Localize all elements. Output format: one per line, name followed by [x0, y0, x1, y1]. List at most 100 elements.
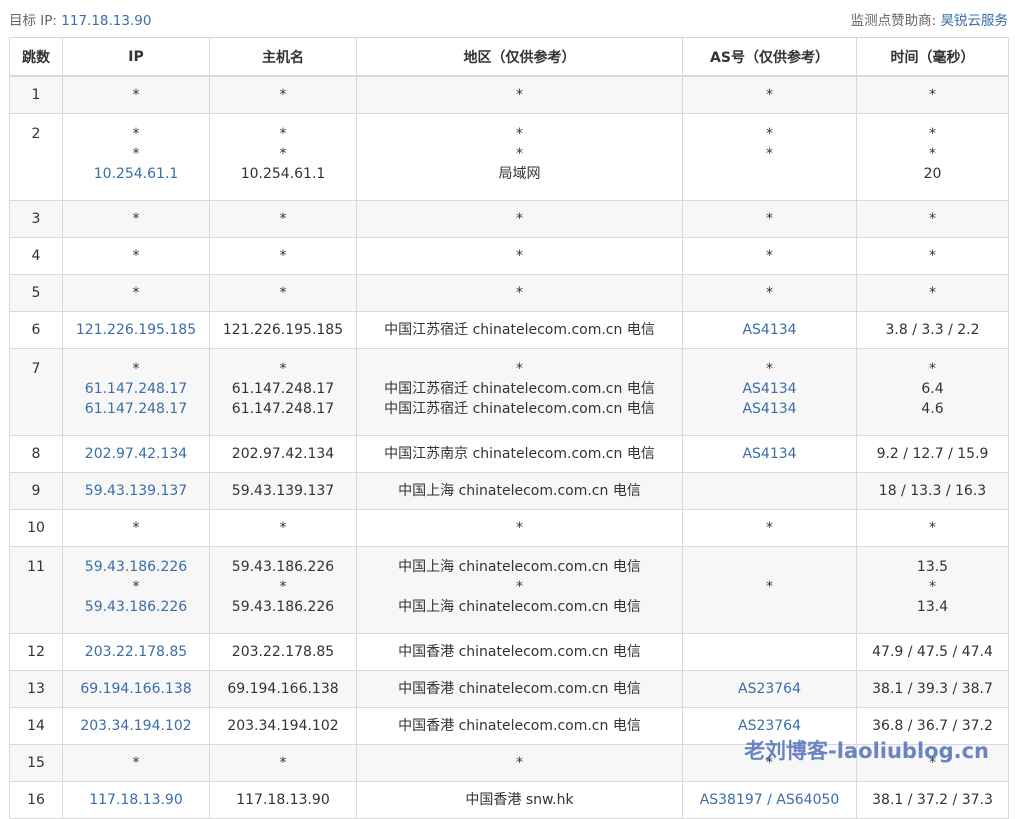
- time-cell: *: [856, 509, 1009, 547]
- as-link: [683, 164, 856, 184]
- hostname-text: 203.34.194.102: [227, 718, 339, 734]
- empty-marker: *: [766, 285, 773, 301]
- empty-marker: *: [516, 361, 523, 377]
- as-cell: AS4134: [682, 435, 857, 473]
- time-text: 13.5: [916, 559, 949, 575]
- table-row: 5 * * * * *: [9, 274, 1009, 312]
- hop-number: 14: [27, 718, 45, 734]
- target-ip-link[interactable]: 117.18.13.90: [61, 13, 151, 29]
- empty-marker: *: [516, 755, 523, 771]
- as-link[interactable]: AS4134: [683, 444, 856, 464]
- as-cell: *: [682, 509, 857, 547]
- time-text: 3.8 / 3.3 / 2.2: [885, 322, 980, 338]
- ip-link[interactable]: 203.34.194.102: [63, 716, 209, 736]
- region-text: 中国香港 chinatelecom.com.cn 电信: [398, 718, 641, 734]
- time-text: 9.2 / 12.7 / 15.9: [876, 446, 989, 462]
- region-cell: *: [356, 237, 683, 275]
- hostname-cell: 117.18.13.90: [209, 781, 357, 819]
- hostname-cell: *: [209, 744, 357, 782]
- empty-marker: *: [279, 211, 287, 227]
- ip-cell: 59.43.139.137: [62, 472, 210, 510]
- ip-cell: 121.226.195.185: [62, 311, 210, 349]
- hop-number: 3: [31, 211, 41, 227]
- ip-cell: *: [62, 200, 210, 238]
- table-row: 12 203.22.178.85 203.22.178.85 中国香港 chinate…: [9, 633, 1009, 671]
- ip-link[interactable]: 61.147.248.17: [63, 379, 209, 399]
- time-cell: *: [856, 744, 1009, 782]
- hop-cell: 11: [9, 546, 63, 634]
- ip-link[interactable]: 117.18.13.90: [63, 790, 209, 810]
- as-cell: *: [682, 200, 857, 238]
- empty-marker: *: [929, 87, 936, 103]
- empty-marker: *: [766, 755, 773, 771]
- region-cell: *: [356, 744, 683, 782]
- as-link[interactable]: AS23764: [683, 716, 856, 736]
- empty-marker: *: [516, 285, 523, 301]
- empty-marker: *: [132, 146, 140, 162]
- hostname-cell: *: [209, 237, 357, 275]
- ip-link[interactable]: 121.226.195.185: [63, 320, 209, 340]
- as-link[interactable]: AS23764: [683, 679, 856, 699]
- region-text: 局域网: [498, 166, 541, 182]
- as-cell: AS38197 / AS64050: [682, 781, 857, 819]
- region-cell: *: [356, 75, 683, 114]
- ip-cell: 203.34.194.102: [62, 707, 210, 745]
- col-as-header: AS号（仅供参考）: [682, 37, 857, 77]
- hop-number: 12: [27, 644, 45, 660]
- time-cell: 47.9 / 47.5 / 47.4: [856, 633, 1009, 671]
- ip-link[interactable]: 203.22.178.85: [63, 642, 209, 662]
- empty-marker: *: [279, 579, 287, 595]
- empty-marker: *: [516, 87, 523, 103]
- empty-marker: *: [132, 211, 140, 227]
- as-link: [683, 642, 856, 662]
- col-region-header: 地区（仅供参考）: [356, 37, 683, 77]
- hop-cell: 2: [9, 113, 63, 201]
- ip-link[interactable]: 10.254.61.1: [63, 164, 209, 184]
- sponsor-label: 监测点赞助商:: [850, 13, 937, 29]
- time-cell: 13.5 * 13.4: [856, 546, 1009, 634]
- as-link[interactable]: AS4134: [683, 379, 856, 399]
- table-row: 11 59.43.186.226 * 59.43.186.226 59.43.186.2…: [9, 546, 1009, 634]
- ip-cell: *: [62, 75, 210, 114]
- ip-link[interactable]: 59.43.186.226: [63, 557, 209, 577]
- region-cell: 中国香港 snw.hk: [356, 781, 683, 819]
- hop-cell: 14: [9, 707, 63, 745]
- as-link[interactable]: AS4134: [683, 320, 856, 340]
- hop-cell: 7: [9, 348, 63, 436]
- time-text: 18 / 13.3 / 16.3: [878, 483, 987, 499]
- col-hop-header: 跳数: [9, 37, 63, 77]
- time-cell: * 6.4 4.6: [856, 348, 1009, 436]
- as-link[interactable]: AS4134: [683, 399, 856, 419]
- empty-marker: *: [766, 211, 773, 227]
- region-text: 中国江苏南京 chinatelecom.com.cn 电信: [384, 446, 655, 462]
- ip-link[interactable]: 59.43.186.226: [63, 597, 209, 617]
- as-cell: *: [682, 744, 857, 782]
- ip-link[interactable]: 61.147.248.17: [63, 399, 209, 419]
- hop-cell: 12: [9, 633, 63, 671]
- sponsor-link[interactable]: 昊锐云服务: [941, 13, 1009, 29]
- hop-number: 1: [31, 87, 41, 103]
- empty-marker: *: [929, 126, 936, 142]
- ip-link[interactable]: 69.194.166.138: [63, 679, 209, 699]
- empty-marker: *: [929, 248, 936, 264]
- region-cell: 中国香港 chinatelecom.com.cn 电信: [356, 670, 683, 708]
- col-ip-header: IP: [62, 37, 210, 77]
- region-cell: 中国江苏南京 chinatelecom.com.cn 电信: [356, 435, 683, 473]
- ip-cell: *: [62, 744, 210, 782]
- hop-cell: 13: [9, 670, 63, 708]
- hostname-cell: *: [209, 200, 357, 238]
- col-time-header: 时间（毫秒）: [856, 37, 1009, 77]
- hop-number: 6: [31, 322, 41, 338]
- hostname-cell: 121.226.195.185: [209, 311, 357, 349]
- empty-marker: *: [516, 579, 523, 595]
- empty-marker: *: [516, 126, 523, 142]
- ip-link[interactable]: 202.97.42.134: [63, 444, 209, 464]
- ip-cell: 202.97.42.134: [62, 435, 210, 473]
- as-link[interactable]: AS38197 / AS64050: [683, 790, 856, 810]
- hostname-cell: 59.43.139.137: [209, 472, 357, 510]
- hostname-cell: 69.194.166.138: [209, 670, 357, 708]
- time-text: 13.4: [916, 599, 949, 615]
- empty-marker: *: [929, 755, 936, 771]
- ip-link[interactable]: 59.43.139.137: [63, 481, 209, 501]
- as-cell: * *: [682, 113, 857, 201]
